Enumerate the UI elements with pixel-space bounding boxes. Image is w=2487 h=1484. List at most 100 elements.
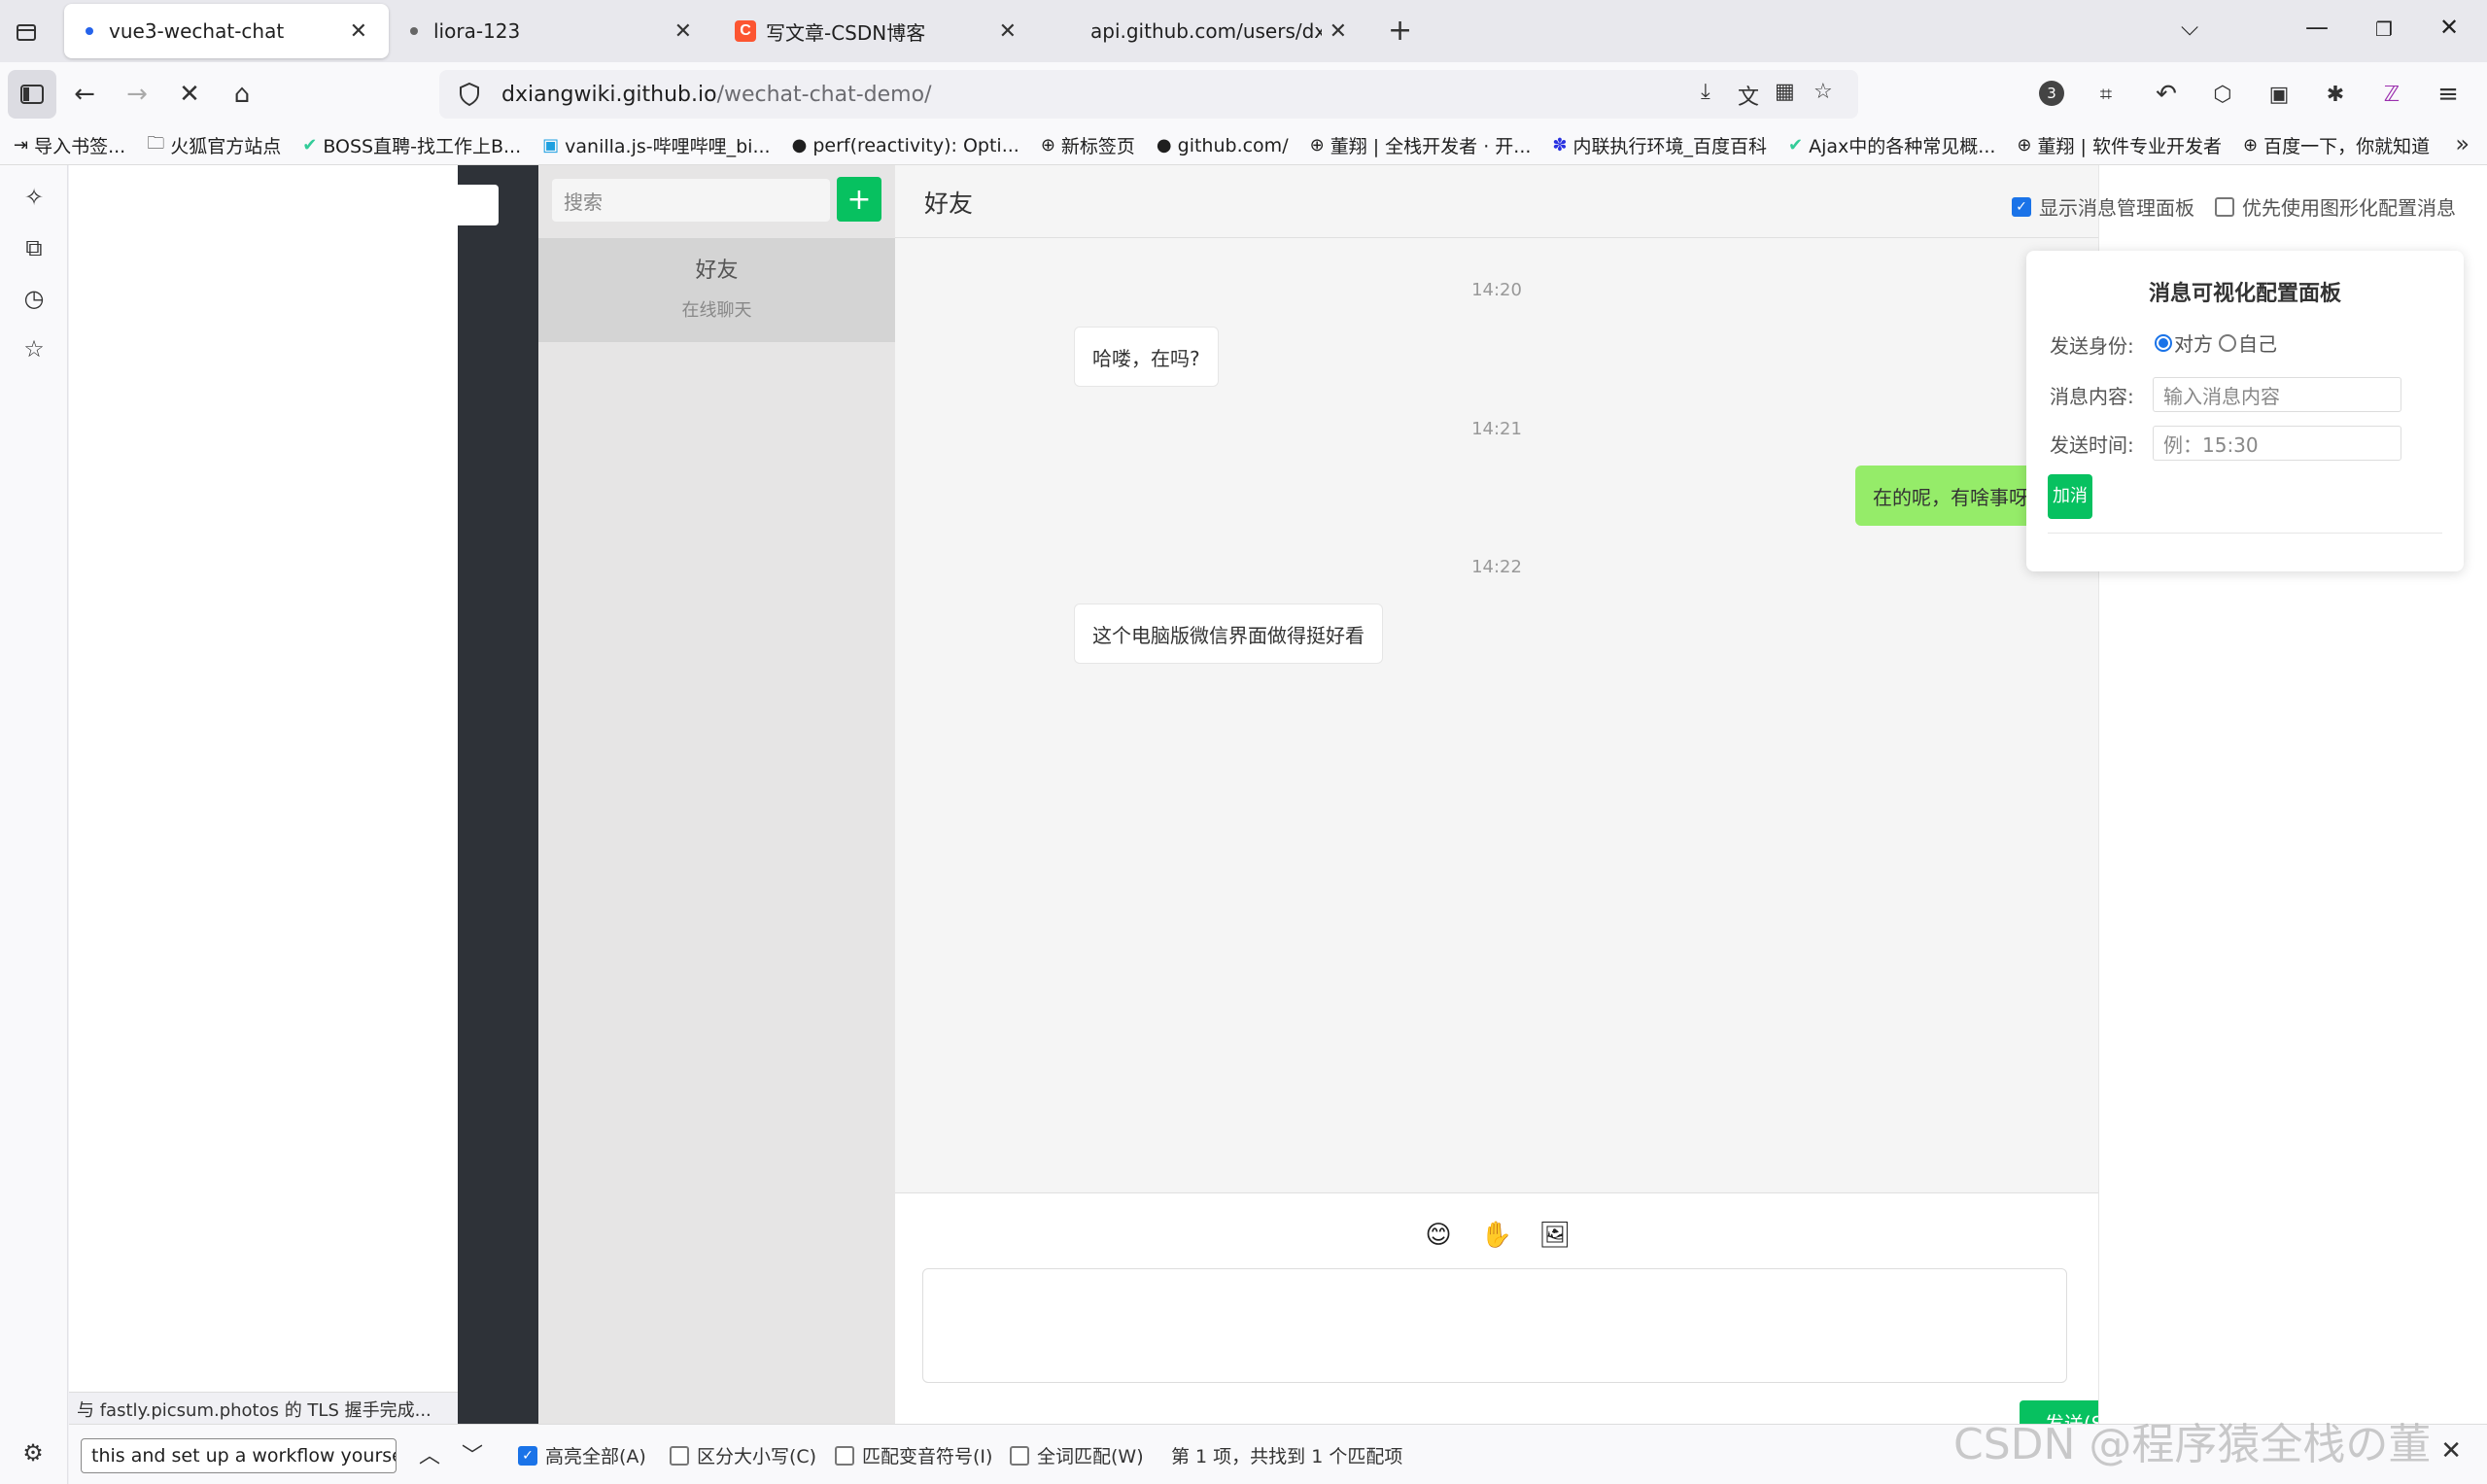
bilibili-icon: ▣ — [542, 135, 560, 155]
bookmark-firefox-site[interactable]: 🗀 火狐官方站点 — [147, 131, 281, 160]
content-label: 消息内容: — [2050, 385, 2134, 408]
match-case-option[interactable]: 区分大小写(C) — [670, 1442, 816, 1468]
close-icon[interactable]: ✕ — [999, 19, 1017, 44]
github-icon: ● — [791, 135, 808, 155]
bookmark-dongxiang-fullstack[interactable]: ⊕ 董翔 | 全栈开发者 · 开... — [1310, 132, 1532, 158]
checkbox-icon[interactable] — [670, 1445, 689, 1466]
identity-radio-self[interactable]: 自己 — [2219, 328, 2277, 357]
option-label: 区分大小写(C) — [697, 1446, 817, 1467]
menu-icon[interactable]: ≡ — [2430, 76, 2467, 113]
baidu-paw-icon: ✽ — [1552, 135, 1568, 155]
extensions-icon[interactable]: ⬡ — [2204, 76, 2241, 113]
bug-icon[interactable]: ✱ — [2317, 76, 2354, 113]
home-icon[interactable]: ⌂ — [224, 76, 260, 113]
checkbox-icon[interactable] — [1010, 1445, 1029, 1466]
gamepad-icon[interactable]: ▣ — [2261, 76, 2297, 113]
show-panel-option[interactable]: ✓ 显示消息管理面板 — [2012, 192, 2194, 221]
bookmark-star-icon[interactable]: ☆ — [1813, 80, 1833, 104]
tab-vue3-wechat-chat[interactable]: vue3-wechat-chat ✕ — [64, 4, 389, 58]
bookmark-perf[interactable]: ● perf(reactivity): Opti... — [792, 135, 1019, 156]
match-diacritics-option[interactable]: 匹配变音符号(I) — [835, 1442, 992, 1468]
radio-icon[interactable] — [2219, 333, 2236, 352]
ai-assistant-icon[interactable]: ℤ — [2373, 76, 2410, 113]
minimize-icon[interactable]: — — [2305, 14, 2329, 41]
bookmarks-star-icon[interactable]: ☆ — [19, 334, 49, 363]
import-icon: ⇥ — [14, 135, 29, 155]
tab-liora[interactable]: liora-123 ✕ — [389, 4, 713, 58]
whole-words-option[interactable]: 全词匹配(W) — [1010, 1442, 1144, 1468]
bookmark-baidu[interactable]: ⊕ 百度一下，你就知道 — [2243, 132, 2430, 158]
restore-icon[interactable]: ❐ — [2375, 17, 2393, 41]
radio-selected-icon[interactable] — [2155, 333, 2172, 352]
close-icon[interactable]: ✕ — [674, 19, 692, 44]
tab-label: 写文章-CSDN博客 — [766, 20, 926, 45]
shield-icon[interactable] — [459, 82, 480, 113]
bookmark-import[interactable]: ⇥ 导入书签... — [14, 132, 125, 158]
tab-list-chevron-icon[interactable]: ⌵ — [2181, 14, 2198, 41]
bookmark-newtab[interactable]: ⊕ 新标签页 — [1041, 132, 1135, 158]
tab-github-api[interactable]: api.github.com/users/dxiang ✕ — [1038, 4, 1368, 58]
add-contact-button[interactable]: + — [837, 177, 881, 222]
translate-icon[interactable]: 文 — [1738, 80, 1759, 111]
bookmark-boss[interactable]: ✔ BOSS直聘-找工作上B... — [302, 132, 521, 158]
option-label: 高亮全部(A) — [545, 1446, 646, 1467]
more-bookmarks-icon[interactable]: » — [2455, 130, 2470, 157]
find-next-icon[interactable]: ﹀ — [462, 1438, 483, 1469]
option-label: 优先使用图形化配置消息 — [2242, 196, 2456, 220]
undo-icon[interactable]: ↶ — [2148, 76, 2185, 113]
sidebar-toggle-icon[interactable] — [8, 70, 56, 119]
chat-title: 好友 — [924, 190, 974, 218]
history-icon[interactable]: ◷ — [19, 284, 49, 313]
add-message-button[interactable]: 加消 — [2048, 474, 2092, 519]
save-page-icon[interactable]: ⤓ — [1701, 80, 1710, 104]
close-icon[interactable]: ✕ — [1330, 19, 1347, 44]
stop-loading-icon[interactable]: ✕ — [171, 76, 208, 113]
bookmark-label: 董翔 | 软件专业开发者 — [2037, 136, 2222, 157]
extension-badge-icon[interactable]: 3 — [2039, 81, 2064, 106]
find-previous-icon[interactable]: ︿ — [419, 1438, 440, 1469]
checkbox-icon[interactable] — [2215, 196, 2234, 217]
message-content-input[interactable]: 输入消息内容 — [2153, 377, 2401, 412]
tab-overview-icon[interactable] — [12, 17, 41, 47]
back-icon[interactable]: ← — [66, 76, 103, 113]
option-label: 显示消息管理面板 — [2039, 196, 2194, 220]
checkbox-icon[interactable] — [835, 1445, 854, 1466]
window-close-icon[interactable]: ✕ — [2439, 14, 2459, 41]
bookmark-bilibili[interactable]: ▣ vanilla.js-哔哩哔哩_bi... — [542, 132, 770, 158]
message-input-area: 😊 ✋ 🖼 发送(S) — [895, 1192, 2136, 1424]
message-textarea[interactable] — [922, 1268, 2067, 1383]
close-icon[interactable]: ✕ — [350, 19, 367, 44]
bookmark-label: github.com/ — [1177, 134, 1289, 156]
forward-icon[interactable]: → — [119, 76, 155, 113]
checkbox-checked-icon[interactable]: ✓ — [2012, 196, 2031, 217]
option-label: 匹配变音符号(I) — [862, 1446, 993, 1467]
identity-radio-other[interactable]: 对方 — [2155, 328, 2213, 357]
ai-chatbot-icon[interactable]: ✧ — [19, 183, 49, 212]
synced-tabs-icon[interactable]: ⧉ — [19, 233, 49, 262]
find-input[interactable]: this and set up a workflow yourself — [81, 1438, 397, 1473]
crop-icon[interactable]: ⌗ — [2088, 76, 2124, 113]
app-sidebar-avatar[interactable] — [458, 185, 499, 225]
bookmark-github[interactable]: ● github.com/ — [1157, 135, 1289, 156]
message-time-input[interactable]: 例：15:30 — [2153, 426, 2401, 461]
contact-name: 好友 — [695, 259, 739, 283]
url-bar[interactable]: dxiangwiki.github.io/wechat-chat-demo/ ⤓… — [439, 70, 1858, 119]
prefer-graphic-option[interactable]: 优先使用图形化配置消息 — [2215, 192, 2456, 221]
bookmark-dongxiang-dev[interactable]: ⊕ 董翔 | 软件专业开发者 — [2017, 132, 2222, 158]
shake-icon[interactable]: ✋ — [1481, 1221, 1512, 1250]
new-tab-icon[interactable]: + — [1388, 14, 1412, 48]
qr-code-icon[interactable]: ▦ — [1775, 80, 1795, 104]
search-input[interactable]: 搜索 — [552, 179, 830, 222]
bookmark-baike[interactable]: ✽ 内联执行环境_百度百科 — [1552, 132, 1767, 158]
tab-csdn[interactable]: C 写文章-CSDN博客 ✕ — [713, 4, 1038, 58]
csdn-favicon-icon: C — [735, 20, 756, 42]
bookmark-ajax[interactable]: ✔ Ajax中的各种常见概... — [1788, 132, 1995, 158]
checkbox-checked-icon[interactable]: ✓ — [518, 1445, 537, 1466]
settings-gear-icon[interactable]: ⚙ — [18, 1438, 48, 1467]
boss-icon: ✔ — [1788, 135, 1804, 155]
highlight-all-option[interactable]: ✓ 高亮全部(A) — [518, 1442, 646, 1468]
emoji-icon[interactable]: 😊 — [1424, 1221, 1453, 1250]
close-find-icon[interactable]: ✕ — [2440, 1436, 2462, 1466]
image-icon[interactable]: 🖼 — [1539, 1221, 1572, 1250]
bookmark-label: BOSS直聘-找工作上B... — [323, 136, 522, 157]
